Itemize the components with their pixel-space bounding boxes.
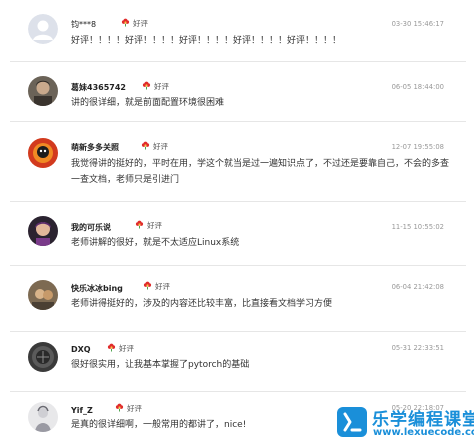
username[interactable]: 快乐冰冰bing — [71, 283, 123, 294]
red-flower-icon — [107, 343, 116, 352]
review-item: 葛妹4365742 好评 06-05 18:44:00 讲的很详细，就是前面配置… — [10, 62, 466, 122]
review-time: 06-05 18:44:00 — [391, 83, 444, 91]
review-time: 05-31 22:33:51 — [391, 344, 444, 352]
review-comment: 老师讲得挺好的，涉及的内容还比较丰富，比直接看文档学习方便 — [71, 299, 333, 309]
avatar[interactable] — [28, 76, 58, 106]
rating-label: 好评 — [153, 142, 168, 151]
review-time: 03-30 15:46:17 — [391, 20, 444, 28]
user-photo-avatar-icon — [28, 216, 58, 246]
red-flower-icon — [143, 281, 152, 290]
rating-badge: 好评 — [135, 220, 162, 231]
red-flower-icon — [142, 81, 151, 90]
avatar[interactable] — [28, 402, 58, 432]
review-comment: 很好很实用，让我基本掌握了pytorch的基础 — [71, 360, 250, 370]
red-flower-icon — [135, 220, 144, 229]
user-photo-avatar-icon — [28, 402, 58, 432]
review-time: 11-15 10:55:02 — [391, 223, 444, 231]
review-item: 萌新多多关照 好评 12-07 19:55:08 我觉得讲的挺好的，平时在用，学… — [10, 122, 466, 202]
rating-badge: 好评 — [143, 281, 170, 292]
rating-badge: 好评 — [121, 18, 148, 29]
user-photo-avatar-icon — [28, 138, 58, 168]
user-photo-avatar-icon — [28, 342, 58, 372]
default-user-avatar-icon — [28, 14, 58, 44]
rating-label: 好评 — [119, 344, 134, 353]
review-item: 我的可乐说 好评 11-15 10:55:02 老师讲解的很好，就是不太适应Li… — [10, 202, 466, 266]
username[interactable]: 钧***8 — [71, 19, 96, 30]
review-time: 06-04 21:42:08 — [391, 283, 444, 291]
review-comment: 老师讲解的很好，就是不太适应Linux系统 — [71, 238, 240, 248]
user-photo-avatar-icon — [28, 280, 58, 310]
red-flower-icon — [121, 18, 130, 27]
avatar[interactable] — [28, 216, 58, 246]
review-list: 钧***8 好评 03-30 15:46:17 好评！！！！好评！！！！好评！！… — [0, 0, 474, 446]
review-comment: 我觉得讲的挺好的，平时在用，学这个就当是过一遍知识点了，不过还是要靠自己，不会的… — [71, 159, 450, 185]
review-comment: 好评！！！！好评！！！！好评！！！！好评！！！！好评！！！！ — [71, 36, 342, 46]
review-item: DXQ 好评 05-31 22:33:51 很好很实用，让我基本掌握了pytor… — [10, 332, 466, 392]
avatar[interactable] — [28, 138, 58, 168]
rating-label: 好评 — [127, 404, 142, 413]
watermark-domain: www.lexuecode.com — [373, 427, 474, 438]
rating-label: 好评 — [147, 221, 162, 230]
rating-badge: 好评 — [107, 343, 134, 354]
rating-label: 好评 — [155, 282, 170, 291]
site-watermark: 乐学编程课堂 www.lexuecode.com — [336, 404, 474, 442]
review-time: 12-07 19:55:08 — [391, 143, 444, 151]
rating-badge: 好评 — [141, 141, 168, 152]
avatar[interactable] — [28, 280, 58, 310]
user-photo-avatar-icon — [28, 76, 58, 106]
review-comment: 讲的很详细，就是前面配置环境很困难 — [71, 98, 225, 108]
review-item: 快乐冰冰bing 好评 06-04 21:42:08 老师讲得挺好的，涉及的内容… — [10, 266, 466, 332]
username[interactable]: Yif_Z — [71, 406, 93, 415]
username[interactable]: 萌新多多关照 — [71, 142, 119, 153]
username[interactable]: 我的可乐说 — [71, 222, 111, 233]
red-flower-icon — [141, 141, 150, 150]
username[interactable]: DXQ — [71, 345, 91, 354]
rating-badge: 好评 — [115, 403, 142, 414]
rating-badge: 好评 — [142, 81, 169, 92]
rating-label: 好评 — [154, 82, 169, 91]
lexuecode-logo-icon — [337, 407, 367, 437]
rating-label: 好评 — [133, 19, 148, 28]
avatar[interactable] — [28, 14, 58, 44]
red-flower-icon — [115, 403, 124, 412]
review-item: 钧***8 好评 03-30 15:46:17 好评！！！！好评！！！！好评！！… — [10, 0, 466, 62]
avatar[interactable] — [28, 342, 58, 372]
username[interactable]: 葛妹4365742 — [71, 82, 126, 93]
